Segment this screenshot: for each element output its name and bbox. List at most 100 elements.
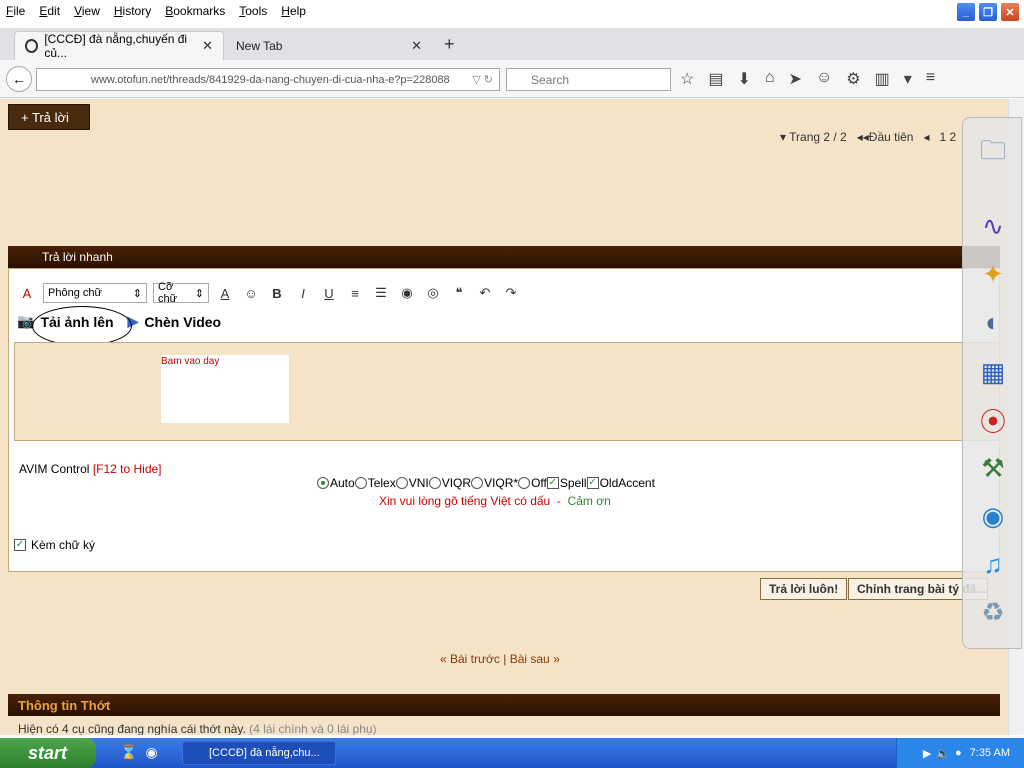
clipboard-icon[interactable]: ▥ (875, 69, 890, 89)
reply-button[interactable]: + Trả lời (8, 104, 90, 130)
smiley-icon[interactable]: ☺ (241, 283, 261, 303)
reading-list-icon[interactable]: ▤ (708, 69, 723, 89)
close-tab-icon[interactable]: ✕ (202, 38, 213, 54)
radio-auto[interactable] (317, 477, 329, 489)
font-select[interactable]: Phông chữ ⇕ (43, 283, 147, 303)
tray-app-icon[interactable]: ● (955, 747, 962, 760)
tray-icons: ▶ 🔈 ● (923, 747, 962, 760)
checkbox-old-accent[interactable]: ✓ (586, 477, 599, 489)
tools-icon[interactable]: ⚒ (970, 446, 1016, 490)
fire-icon[interactable]: ⦿ (970, 398, 1016, 442)
reply-textarea[interactable]: Bam vao day (14, 342, 1000, 441)
download-icon[interactable]: ⬇ (737, 69, 750, 89)
tab-bar: [CCCĐ] đà nẵng,chuyến đi củ... ✕ New Tab… (0, 28, 1024, 60)
underline-icon[interactable]: U (319, 283, 339, 303)
home-icon[interactable]: ⌂ (765, 69, 775, 89)
tab-thread[interactable]: [CCCĐ] đà nẵng,chuyến đi củ... ✕ (14, 31, 224, 60)
italic-icon[interactable]: I (293, 283, 313, 303)
radio-viqr-star[interactable] (471, 477, 484, 489)
viet-msg-text: Xin vui lòng gõ tiếng Việt có dấu (379, 494, 551, 508)
minimize-icon[interactable]: _ (956, 2, 976, 22)
hourglass-icon[interactable]: ⌛ (120, 744, 137, 761)
menu-tools[interactable]: Tools (239, 4, 267, 18)
swirl-app-icon[interactable]: ∿ (970, 204, 1016, 248)
redo-icon[interactable]: ↷ (501, 283, 521, 303)
avim-label: AVIM Control (19, 462, 90, 476)
disk-icon[interactable]: ◐ (970, 300, 1016, 344)
submit-reply-button[interactable]: Trả lời luôn! (760, 578, 848, 600)
avim-hide-link[interactable]: [F12 to Hide] (93, 462, 162, 476)
radio-viqr[interactable] (428, 477, 441, 489)
checkbox-spell[interactable]: ✓ (546, 477, 559, 489)
link-icon[interactable]: ◉ (397, 283, 417, 303)
page-label[interactable]: ▾ Trang 2 / 2 (780, 130, 847, 144)
page-numbers[interactable]: 1 2 (940, 130, 957, 144)
menu-view[interactable]: View (74, 4, 100, 18)
prev-next-links[interactable]: « Bài trước | Bài sau » (440, 652, 560, 666)
editor-box: A Phông chữ ⇕ Cỡ chữ ⇕ A ☺ B I U ≡ ☰ ◉ ◎ ❝… (8, 268, 1000, 572)
menu-bookmarks[interactable]: Bookmarks (165, 4, 225, 18)
calculator-icon[interactable]: ▦ (970, 350, 1016, 394)
restore-icon[interactable]: ❐ (978, 2, 998, 22)
tab-label: [CCCĐ] đà nẵng,chuyến đi củ... (44, 32, 188, 60)
volume-icon[interactable]: 🔈 (936, 747, 950, 760)
radio-telex-label: Telex (367, 476, 396, 490)
align-icon[interactable]: ≡ (345, 283, 365, 303)
quick-launch: ⌛ ◉ (120, 744, 158, 761)
viewer-breakdown: (4 lái chính và 0 lái phụ) (249, 722, 377, 735)
system-tray: ▶ 🔈 ● 7:35 AM (896, 738, 1024, 768)
list-icon[interactable]: ☰ (371, 283, 391, 303)
radio-off[interactable] (518, 477, 531, 489)
menu-file[interactable]: File (6, 4, 25, 18)
radio-telex[interactable] (354, 477, 367, 489)
search-input[interactable]: Search (506, 68, 671, 91)
desktop-dock: 🗀 ∿ ✦ ◐ ▦ ⦿ ⚒ ◉ ♫ ♻ (962, 117, 1022, 649)
folder-icon[interactable]: 🗀 (970, 132, 1016, 176)
signature-checkbox[interactable]: ✓ (14, 539, 26, 551)
thread-info-header: Thông tin Thớt (8, 694, 1000, 716)
menu-edit[interactable]: Edit (39, 4, 60, 18)
undo-icon[interactable]: ↶ (475, 283, 495, 303)
close-icon[interactable]: ✕ (1000, 2, 1020, 22)
chat-icon[interactable]: ☺ (816, 69, 832, 89)
addon-icon[interactable]: ⚙ (846, 69, 860, 89)
firefox-icon[interactable]: ◉ (145, 744, 157, 761)
menu-bar: File Edit View History Bookmarks Tools H… (0, 0, 1024, 22)
magic-wand-icon[interactable]: ✦ (970, 252, 1016, 296)
bold-icon[interactable]: B (267, 283, 287, 303)
clock: 7:35 AM (969, 747, 1010, 759)
remove-format-icon[interactable]: A (17, 283, 37, 303)
flag-icon[interactable]: ▶ (923, 747, 931, 760)
viet-msg-separator: - (556, 494, 561, 508)
first-page-link[interactable]: ◂◂Đầu tiên (857, 130, 914, 144)
send-icon[interactable]: ➤ (789, 69, 802, 89)
menu-help[interactable]: Help (281, 4, 306, 18)
recycle-bin-icon[interactable]: ♻ (970, 590, 1016, 634)
reload-icon[interactable]: ▽ ↻ (472, 73, 493, 86)
url-bar[interactable]: www.otofun.net/threads/841929-da-nang-ch… (36, 68, 500, 91)
search-placeholder: Search (531, 72, 570, 87)
menu-history[interactable]: History (114, 4, 151, 18)
radio-viqr-star-label: VIQR* (484, 476, 519, 490)
quote-icon[interactable]: ❝ (449, 283, 469, 303)
task-label: [CCCĐ] đà nẵng,chu... (209, 747, 320, 759)
new-tab-icon[interactable]: + (444, 34, 455, 55)
start-button[interactable]: start (0, 738, 96, 768)
back-arrow-icon[interactable]: ← (6, 66, 32, 92)
radio-vni[interactable] (395, 477, 408, 489)
insert-video-button[interactable]: Chèn Video (144, 314, 221, 330)
hamburger-menu-icon[interactable]: ≡ (926, 69, 935, 89)
eye-icon[interactable]: ◉ (970, 494, 1016, 538)
signature-option: ✓ Kèm chữ ký (14, 538, 95, 552)
nav-bar: ← www.otofun.net/threads/841929-da-nang-… (0, 60, 1024, 98)
taskbar-firefox-window[interactable]: [CCCĐ] đà nẵng,chu... (182, 741, 336, 765)
bookmark-star-icon[interactable]: ☆ (680, 69, 694, 89)
size-select[interactable]: Cỡ chữ ⇕ (153, 281, 209, 305)
unlink-icon[interactable]: ◎ (423, 283, 443, 303)
text-color-icon[interactable]: A (215, 283, 235, 303)
tab-new[interactable]: New Tab ✕ (226, 31, 432, 60)
prev-page-icon[interactable]: ◂ (923, 130, 929, 144)
music-icon[interactable]: ♫ (970, 542, 1016, 586)
dropdown-icon[interactable]: ▾ (904, 69, 912, 89)
close-tab-icon[interactable]: ✕ (411, 38, 422, 54)
